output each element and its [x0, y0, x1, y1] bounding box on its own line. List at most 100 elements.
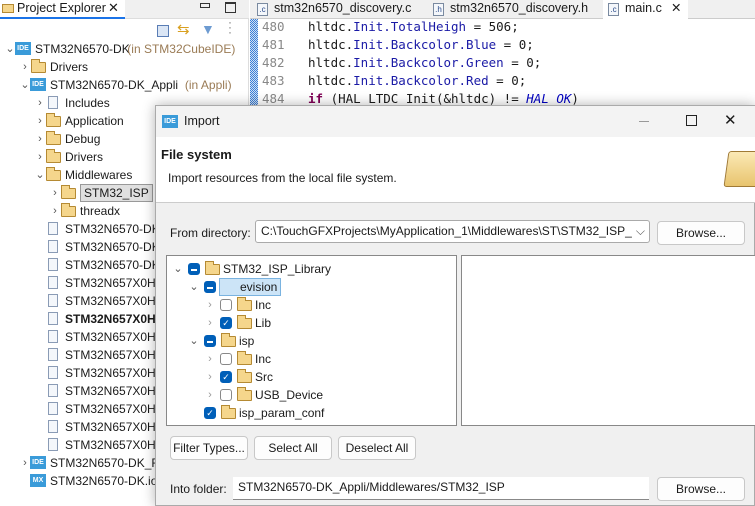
dialog-title-bar: IDE Import ✕: [156, 106, 755, 137]
filter-icon[interactable]: ▼: [201, 21, 215, 37]
folder-icon: [237, 369, 252, 383]
field-name: Init.TotalHeigh: [353, 19, 467, 34]
minimize-button[interactable]: [639, 121, 649, 122]
tree-item-label: Inc: [255, 298, 272, 312]
link-with-editor-icon[interactable]: ⇆: [177, 20, 190, 38]
checkbox[interactable]: [220, 389, 232, 401]
item-label: STM32N657X0H: [65, 312, 156, 326]
select-all-button[interactable]: Select All: [254, 436, 332, 460]
folder-tree-item[interactable]: › USB_Device: [167, 386, 456, 404]
item-label: STM32N6570-DK_Appli: [50, 78, 179, 92]
from-directory-combo[interactable]: C:\TouchGFXProjects\MyApplication_1\Midd…: [255, 220, 650, 243]
deselect-all-button[interactable]: Deselect All: [338, 436, 416, 460]
explorer-item[interactable]: › Drivers: [0, 58, 249, 76]
tab-project-explorer[interactable]: Project Explorer ✕: [0, 0, 125, 19]
checkbox[interactable]: ✓: [204, 407, 216, 419]
tab-label: stm32n6570_discovery.h: [450, 1, 589, 15]
chevron-right-icon[interactable]: ›: [205, 386, 215, 404]
close-button[interactable]: ✕: [724, 111, 737, 129]
code-text: = 0;: [496, 37, 534, 52]
folder-tree-item[interactable]: ✓ isp_param_conf: [167, 404, 456, 422]
chevron-down-icon[interactable]: ⌄: [35, 166, 45, 184]
mx-file-icon: MX: [30, 474, 46, 487]
chevron-right-icon[interactable]: ›: [205, 314, 215, 332]
item-label: STM32N657X0HX: [65, 330, 164, 344]
tab-label: stm32n6570_discovery.c: [274, 1, 412, 15]
code-text: (HAL_LTDC_Init(&hltdc) !=: [323, 91, 527, 106]
folder-tree-item[interactable]: › ✓ Src: [167, 368, 456, 386]
chevron-right-icon[interactable]: ›: [205, 350, 215, 368]
chevron-down-icon[interactable]: ⌄: [5, 40, 15, 58]
chevron-right-icon[interactable]: ›: [20, 58, 30, 76]
item-label: STM32N657X0HX: [65, 366, 164, 380]
chevron-down-icon[interactable]: ⌄: [173, 260, 183, 278]
checkbox[interactable]: ✓: [220, 317, 232, 329]
code-line[interactable]: 482 hltdc.Init.Backcolor.Green = 0;: [250, 54, 755, 72]
tree-item-label: Lib: [255, 316, 272, 330]
chevron-down-icon[interactable]: ⌵: [631, 221, 645, 242]
chevron-right-icon[interactable]: ›: [35, 112, 45, 130]
folder-tree-item[interactable]: ⌄ evision: [167, 278, 456, 296]
checkbox[interactable]: [220, 299, 232, 311]
chevron-down-icon[interactable]: ⌄: [189, 332, 199, 350]
browse-button[interactable]: Browse...: [657, 221, 745, 245]
checkbox[interactable]: [204, 335, 216, 347]
tab-discovery-c[interactable]: .c stm32n6570_discovery.c: [252, 0, 422, 19]
minimize-icon[interactable]: [200, 3, 210, 8]
code-line[interactable]: 481 hltdc.Init.Backcolor.Blue = 0;: [250, 36, 755, 54]
line-number: 481: [262, 37, 285, 52]
chevron-right-icon[interactable]: ›: [35, 130, 45, 148]
chevron-down-icon[interactable]: ⌄: [189, 278, 199, 296]
filter-types-button[interactable]: Filter Types...: [170, 436, 248, 460]
tab-discovery-h[interactable]: .h stm32n6570_discovery.h: [428, 0, 598, 19]
folder-icon: [221, 405, 236, 419]
collapse-all-icon[interactable]: [157, 25, 169, 37]
folder-tree-item[interactable]: › ✓ Lib: [167, 314, 456, 332]
folder-tree-item[interactable]: › Inc: [167, 350, 456, 368]
tab-main-c[interactable]: .c main.c ✕: [603, 0, 688, 20]
chevron-right-icon[interactable]: ›: [35, 94, 45, 112]
folder-icon: [31, 59, 46, 73]
field-name: Init.Backcolor.Green: [353, 55, 504, 70]
tab-label: main.c: [625, 1, 662, 15]
close-icon[interactable]: ✕: [671, 0, 681, 17]
folder-tree[interactable]: ⌄ STM32_ISP_Library ⌄ evision › Inc › ✓ Lib ⌄ isp ›…: [166, 255, 457, 426]
chevron-right-icon[interactable]: ›: [205, 296, 215, 314]
maximize-icon[interactable]: [225, 2, 236, 13]
checkbox[interactable]: [220, 353, 232, 365]
folder-icon: [46, 167, 61, 181]
folder-tree-item[interactable]: ⌄ isp: [167, 332, 456, 350]
chevron-right-icon[interactable]: ›: [50, 184, 60, 202]
code-line[interactable]: 480 hltdc.Init.TotalHeigh = 506;: [250, 18, 755, 36]
checkbox[interactable]: ✓: [220, 371, 232, 383]
folder-icon: [237, 351, 252, 365]
chevron-right-icon[interactable]: ›: [50, 202, 60, 220]
checkbox[interactable]: [204, 281, 216, 293]
tree-item-label: Inc: [255, 352, 272, 366]
linker-file-icon: [48, 402, 58, 415]
folder-tree-item[interactable]: ⌄ STM32_ISP_Library: [167, 260, 456, 278]
item-label: STM32N6570-DK.ioc: [50, 474, 164, 488]
item-label: STM32N6570-DK: [65, 258, 160, 272]
explorer-item[interactable]: ⌄ IDE STM32N6570-DK (in STM32CubeIDE): [0, 40, 249, 58]
maximize-button[interactable]: [686, 115, 697, 126]
folder-tree-item[interactable]: › Inc: [167, 296, 456, 314]
explorer-item[interactable]: ⌄ IDE STM32N6570-DK_Appli (in Appli): [0, 76, 249, 94]
into-folder-value: STM32N6570-DK_Appli/Middlewares/STM32_IS…: [238, 480, 505, 494]
item-label: STM32N657X0HX: [65, 384, 164, 398]
chevron-right-icon[interactable]: ›: [20, 454, 30, 472]
folder-icon: [237, 297, 252, 311]
view-menu-icon[interactable]: · · ·: [228, 16, 232, 38]
tree-item-label: evision: [219, 278, 282, 296]
item-label: STM32_ISP: [80, 184, 153, 202]
file-list[interactable]: [461, 255, 755, 426]
browse-into-button[interactable]: Browse...: [657, 477, 745, 501]
chevron-down-icon[interactable]: ⌄: [20, 76, 30, 94]
code-line[interactable]: 483 hltdc.Init.Backcolor.Red = 0;: [250, 72, 755, 90]
into-folder-input[interactable]: STM32N6570-DK_Appli/Middlewares/STM32_IS…: [233, 477, 649, 500]
chevron-right-icon[interactable]: ›: [35, 148, 45, 166]
linker-file-icon: [48, 276, 58, 289]
checkbox[interactable]: [188, 263, 200, 275]
chevron-right-icon[interactable]: ›: [205, 368, 215, 386]
close-icon[interactable]: ✕: [108, 0, 119, 16]
